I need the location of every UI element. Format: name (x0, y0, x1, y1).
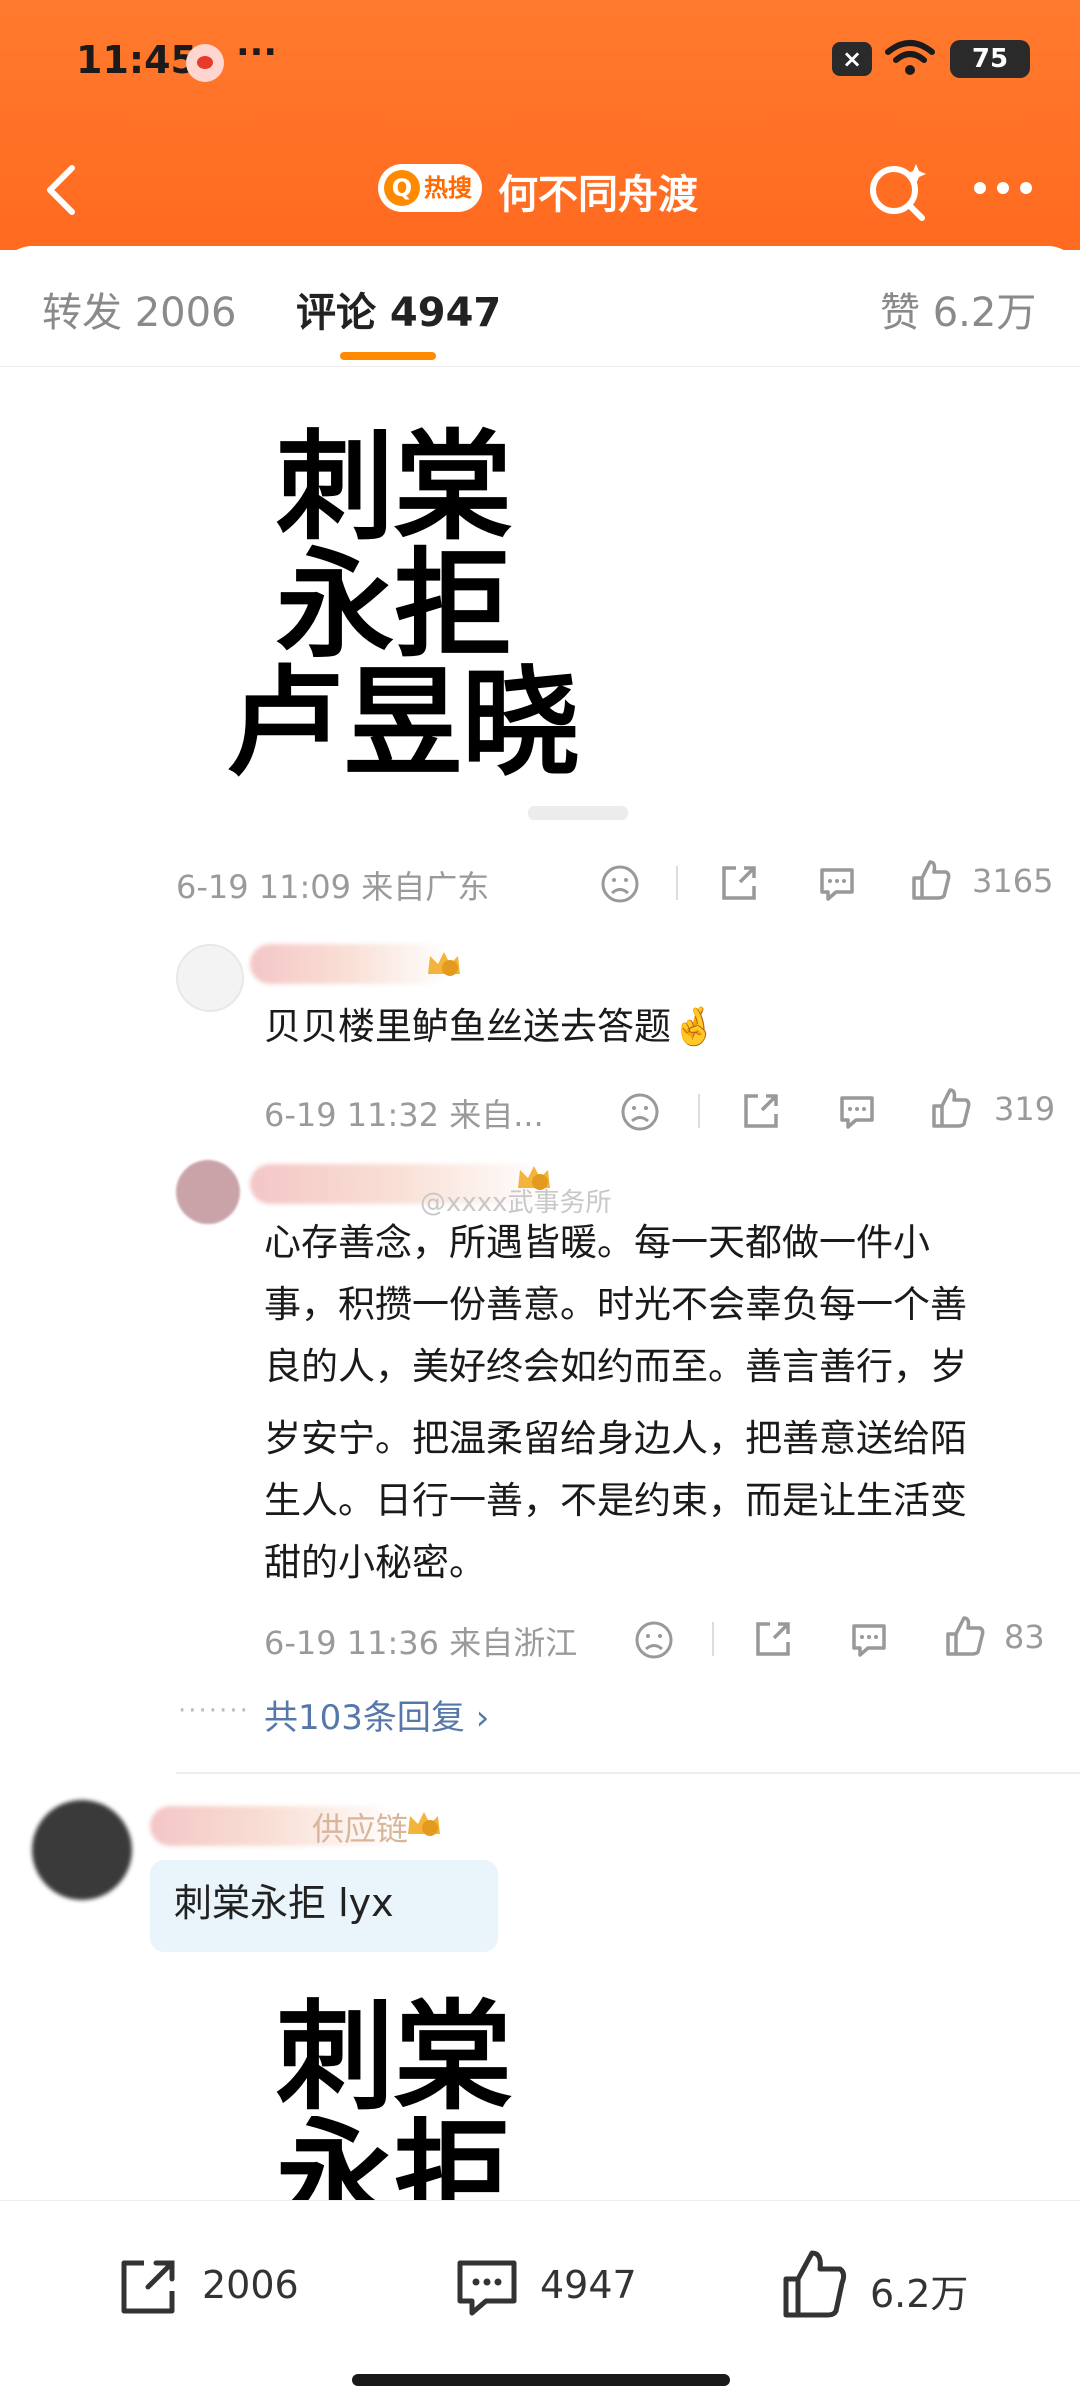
search-icon[interactable] (866, 160, 930, 224)
wifi-icon (885, 40, 935, 75)
post-timestamp: 6-19 11:09 来自广东 (176, 868, 490, 906)
post-image-line2: 永拒 (276, 2116, 513, 2200)
divider (712, 1622, 714, 1656)
battery-indicator: 75 (950, 40, 1030, 78)
avatar[interactable] (32, 1800, 132, 1900)
comment-bubble-text: 刺棠永拒 lyx (174, 1881, 394, 1925)
post-image-line1: 刺棠 (276, 418, 513, 556)
weibo-app-icon (186, 44, 224, 82)
status-more-dots: ··· (236, 32, 278, 73)
comment-text-line: 事，积攒一份善意。时光不会辜负每一个善 (264, 1283, 967, 1326)
avatar[interactable] (176, 1160, 240, 1224)
more-options-icon[interactable] (970, 168, 1036, 208)
comment-icon[interactable] (452, 2255, 522, 2321)
comment-icon[interactable] (816, 864, 858, 904)
hot-search-badge[interactable]: Q 热搜 (378, 164, 482, 212)
tab-bar: 转发 2006 评论 4947 赞 6.2万 (0, 246, 1080, 367)
bottom-action-bar: 2006 4947 6.2万 (0, 2200, 1080, 2401)
image-watermark (528, 806, 628, 820)
like-icon[interactable] (780, 2247, 850, 2321)
replies-dots: ······· (178, 1696, 250, 1726)
divider (676, 866, 678, 900)
comment-count[interactable]: 4947 (540, 2263, 637, 2307)
dislike-icon[interactable] (634, 1620, 674, 1660)
post-image-line1: 刺棠 (276, 1988, 513, 2126)
username-partial: 供应链 (312, 1810, 409, 1848)
post-like-count: 3165 (972, 862, 1054, 900)
header: 11:45 ··· × 75 Q 热搜 何不同舟渡 (0, 0, 1080, 250)
comment-text-line: 甜的小秘密。 (264, 1541, 486, 1584)
avatar[interactable] (176, 944, 244, 1012)
share-icon[interactable] (740, 1090, 782, 1132)
tab-comments[interactable]: 评论 4947 (296, 280, 501, 338)
like-icon[interactable] (930, 1086, 972, 1130)
like-count[interactable]: 6.2万 (870, 2263, 968, 2318)
comment-timestamp: 6-19 11:36 来自浙江 (264, 1624, 578, 1662)
repost-icon[interactable] (114, 2253, 182, 2321)
tab-likes[interactable]: 赞 6.2万 (880, 280, 1036, 338)
crown-badge-icon (408, 1812, 440, 1836)
comment-text: 贝贝楼里鲈鱼丝送去答题🤞 (264, 1005, 718, 1048)
home-indicator[interactable] (352, 2374, 730, 2386)
status-time: 11:45 (76, 38, 197, 82)
repost-count[interactable]: 2006 (202, 2263, 299, 2307)
dislike-icon[interactable] (600, 864, 640, 904)
comment-text-line: 良的人，美好终会如约而至。善言善行，岁 (264, 1345, 967, 1388)
like-icon[interactable] (910, 858, 952, 902)
divider (176, 1772, 1080, 1774)
divider (698, 1094, 700, 1128)
username-blurred[interactable] (250, 944, 450, 984)
tab-reposts[interactable]: 转发 2006 (42, 280, 237, 338)
back-arrow-icon[interactable] (38, 162, 86, 218)
view-replies-link[interactable]: 共103条回复 › (264, 1690, 489, 1739)
comment-like-count: 319 (994, 1090, 1056, 1128)
comment-text-line: 心存善念，所遇皆暖。每一天都做一件小 (264, 1221, 930, 1264)
page-title: 何不同舟渡 (498, 172, 698, 218)
dislike-icon[interactable] (620, 1092, 660, 1132)
like-icon[interactable] (944, 1614, 986, 1658)
search-badge-icon: Q (384, 170, 420, 206)
comment-icon[interactable] (836, 1092, 878, 1132)
post-image-clip: 永拒 (0, 2116, 1080, 2200)
crown-badge-icon (428, 952, 460, 976)
comment-timestamp: 6-19 11:32 来自... (264, 1096, 544, 1134)
nav-bar: Q 热搜 何不同舟渡 (0, 150, 1080, 230)
mute-icon: × (832, 42, 872, 76)
hot-search-label: 热搜 (424, 174, 472, 202)
share-icon[interactable] (718, 862, 760, 904)
post-image-line3: 卢昱晓 (226, 654, 581, 792)
status-bar: 11:45 ··· × 75 (76, 32, 1030, 94)
post-image-line2: 永拒 (276, 536, 513, 674)
share-icon[interactable] (752, 1618, 794, 1660)
active-tab-indicator (340, 352, 436, 360)
comment-icon[interactable] (848, 1620, 890, 1660)
comment-text-line: 岁安宁。把温柔留给身边人，把善意送给陌 (264, 1417, 967, 1460)
comment-text-line: 生人。日行一善，不是约束，而是让生活变 (264, 1479, 967, 1522)
comment-like-count: 83 (1004, 1618, 1045, 1656)
